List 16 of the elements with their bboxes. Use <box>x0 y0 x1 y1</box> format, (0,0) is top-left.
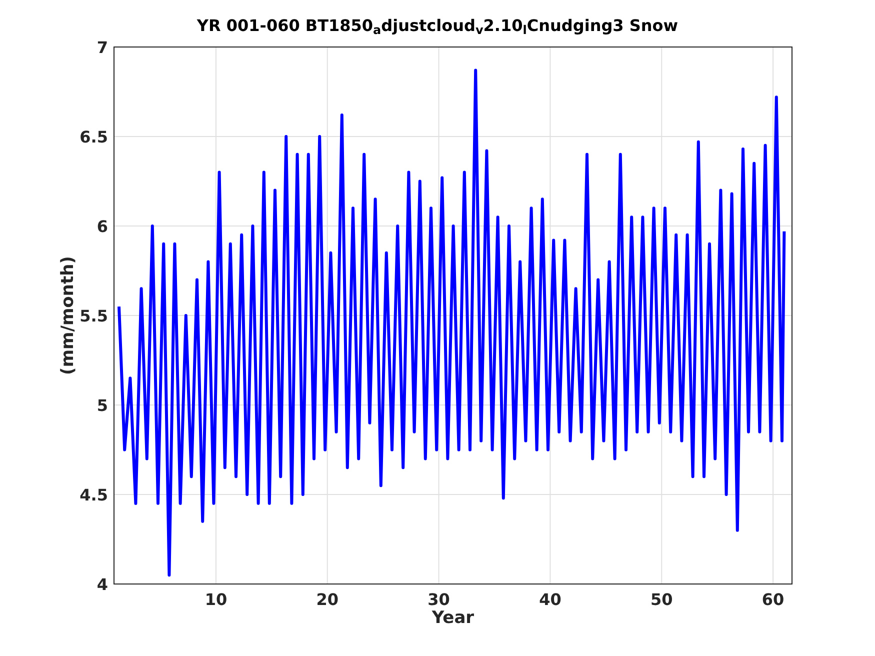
y-tick-label: 4.5 <box>80 486 108 504</box>
x-tick-label: 50 <box>650 590 673 609</box>
y-axis-label: (mm/month) <box>58 256 78 375</box>
x-axis-label: Year <box>432 608 474 628</box>
x-tick-label: 10 <box>204 590 228 609</box>
x-tick-label: 30 <box>428 590 450 609</box>
x-tick-label: 60 <box>762 590 784 609</box>
x-tick-label: 20 <box>316 590 338 609</box>
y-tick-label: 7 <box>96 38 108 57</box>
y-tick-label: 5.5 <box>80 306 108 326</box>
y-tick-label: 6 <box>96 217 108 236</box>
chart-title: YR 001-060 BT1850$_{a}$djustcloud$_{v}$2.10$_{l}$Cnudging3 Snow <box>196 16 678 36</box>
y-tick-label: 5 <box>96 396 108 415</box>
y-tick-label: 4 <box>96 575 108 594</box>
x-tick-label: 40 <box>539 590 562 609</box>
y-tick-label: 6.5 <box>80 128 108 146</box>
